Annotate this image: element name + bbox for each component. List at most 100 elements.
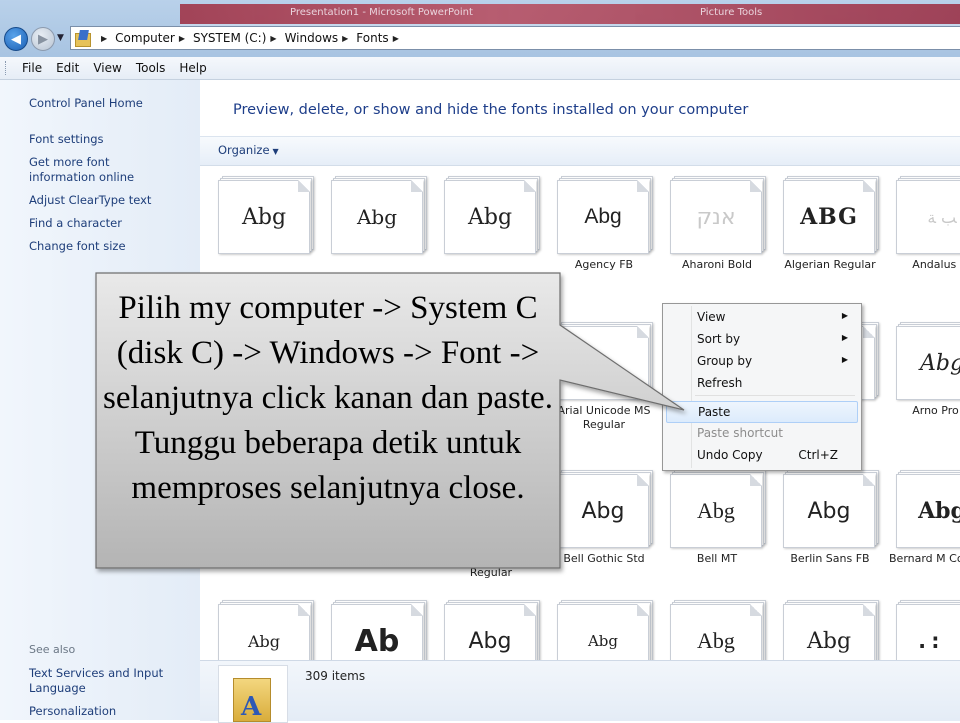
font-tile[interactable]: Abg Berlin Sans FB (765, 460, 879, 590)
context-menu[interactable]: View ▶ Sort by ▶ Group by ▶ Refresh Paste Paste … (662, 303, 862, 471)
text-services-link[interactable]: Text Services and Input Language (29, 666, 164, 696)
font-sample: אנק (670, 180, 762, 254)
menu-item-label: Sort by (697, 332, 741, 346)
font-sample: Abg (783, 604, 875, 660)
font-preview (557, 322, 653, 400)
font-name: Bell MT (696, 552, 738, 565)
more-font-info-link[interactable]: Get more font information online (29, 155, 179, 185)
menu-item-label: Undo Copy (697, 448, 763, 462)
font-tile[interactable]: Abg (426, 590, 540, 660)
font-tile[interactable]: Abg (313, 166, 427, 296)
callout-text: Pilih my computer -> System C (disk C) -… (103, 290, 553, 506)
personalization-link[interactable]: Personalization (29, 704, 189, 719)
font-tile[interactable]: .: . (878, 590, 960, 660)
font-tile[interactable]: Abg (539, 590, 653, 660)
font-tile[interactable]: Abg Arno Pro Di (878, 312, 960, 442)
font-sample: Ab (331, 604, 423, 660)
font-name: Arial Unicode MS Regular (557, 404, 651, 431)
submenu-arrow-icon: ▶ (841, 311, 848, 320)
breadcrumb-system-c[interactable]: SYSTEM (C:) ▶ (193, 31, 285, 45)
font-tile[interactable]: Abg Agency FB (539, 166, 653, 296)
font-tile[interactable]: Abg (765, 590, 879, 660)
font-name: Bell Gothic Std (563, 552, 645, 565)
font-tile[interactable]: ABG Algerian Regular (765, 166, 879, 296)
font-name: Algerian Regular (784, 258, 876, 271)
breadcrumb-computer[interactable]: Computer ▶ (115, 31, 193, 45)
menu-view[interactable]: View (86, 61, 128, 75)
font-name: Batang Regular (222, 552, 308, 565)
page-title: Preview, delete, or show and hide the fo… (233, 102, 749, 118)
font-sample: Abg (670, 604, 762, 660)
menu-item-label: Refresh (697, 376, 743, 390)
font-name: Arno Pro Di (912, 404, 960, 417)
font-tile[interactable]: ﺐ ﺔ Andalus Re (878, 166, 960, 296)
breadcrumb-fonts[interactable]: Fonts ▶ (356, 31, 407, 45)
font-preview: Abg (557, 600, 653, 660)
font-name: Bauhaus 93 Regular (458, 552, 524, 579)
context-menu-item-undo-copy[interactable]: Undo Copy Ctrl+Z (666, 445, 856, 465)
font-tile[interactable]: Ab (313, 590, 427, 660)
context-menu-item-refresh[interactable]: Refresh (666, 373, 856, 393)
menu-edit[interactable]: Edit (49, 61, 86, 75)
font-sample: Abg (331, 180, 423, 254)
font-tile[interactable]: Abg Bernard M Condens (878, 460, 960, 590)
menu-item-label: Paste (698, 405, 731, 419)
see-also-heading: See also (29, 643, 76, 656)
font-sample: ﺐ ﺔ (896, 180, 960, 254)
font-tile[interactable]: Abg (426, 166, 540, 296)
font-tile[interactable]: אנק Aharoni Bold (652, 166, 766, 296)
context-menu-item-paste-shortcut[interactable]: Paste shortcut (666, 423, 856, 443)
font-preview: ﺐ ﺔ (896, 176, 960, 254)
font-tile[interactable]: Abg Bell MT (652, 460, 766, 590)
font-name: Andalus Re (912, 258, 960, 271)
menu-file[interactable]: File (15, 61, 49, 75)
font-sample: Abg (218, 180, 310, 254)
menu-grip (5, 61, 9, 75)
fonts-folder-icon (75, 30, 91, 47)
menu-tools[interactable]: Tools (129, 61, 173, 75)
font-sample: ABG (783, 180, 875, 254)
chevron-down-icon: ▼ (272, 147, 279, 156)
font-preview: ABG (783, 176, 879, 254)
font-preview: Abg (670, 470, 766, 548)
menu-item-label: Paste shortcut (697, 426, 783, 440)
font-preview: Abg (896, 322, 960, 400)
change-font-size-link[interactable]: Change font size (29, 239, 189, 254)
shortcut-label: Ctrl+Z (798, 448, 838, 462)
address-bar[interactable]: ▶ Computer ▶ SYSTEM (C:) ▶ Windows ▶ Fonts ▶ (70, 26, 960, 50)
chevron-down-icon[interactable]: ▼ (57, 33, 64, 43)
font-sample: Abg (444, 180, 536, 254)
font-preview: Abg (670, 600, 766, 660)
font-name: Bernard M Condens (889, 552, 960, 565)
font-sample: Abg (218, 604, 310, 660)
context-menu-item-paste[interactable]: Paste (666, 401, 858, 423)
font-preview: Abg (896, 470, 960, 548)
background-title: Picture Tools (700, 7, 763, 18)
adjust-cleartype-link[interactable]: Adjust ClearType text (29, 193, 189, 208)
find-character-link[interactable]: Find a character (29, 216, 189, 231)
breadcrumb-arrow-icon[interactable]: ▶ (97, 34, 115, 43)
font-name: BatangChe Regular (324, 552, 432, 565)
font-preview: Abg (783, 600, 879, 660)
font-tile[interactable]: Abg (200, 590, 314, 660)
font-tile[interactable]: Abg (652, 590, 766, 660)
font-tile[interactable]: Abg (200, 166, 314, 296)
font-preview: Abg (218, 176, 314, 254)
font-sample (557, 326, 649, 400)
font-preview: Abg (557, 176, 653, 254)
forward-button[interactable]: ▶ (31, 27, 55, 51)
context-menu-item-view[interactable]: View ▶ (666, 307, 856, 327)
context-menu-item-sort-by[interactable]: Sort by ▶ (666, 329, 856, 349)
font-preview: Ab (331, 600, 427, 660)
organize-button[interactable]: Organize ▼ (218, 143, 279, 157)
details-pane: A 309 items (200, 660, 960, 723)
control-panel-home-link[interactable]: Control Panel Home (29, 96, 189, 111)
menu-help[interactable]: Help (172, 61, 213, 75)
font-sample: .: . (896, 604, 960, 660)
font-preview: Abg (444, 176, 540, 254)
context-menu-item-group-by[interactable]: Group by ▶ (666, 351, 856, 371)
back-button[interactable]: ◀ (4, 27, 28, 51)
command-bar: Organize ▼ (200, 136, 960, 166)
breadcrumb-windows[interactable]: Windows ▶ (285, 31, 357, 45)
font-settings-link[interactable]: Font settings (29, 132, 189, 147)
